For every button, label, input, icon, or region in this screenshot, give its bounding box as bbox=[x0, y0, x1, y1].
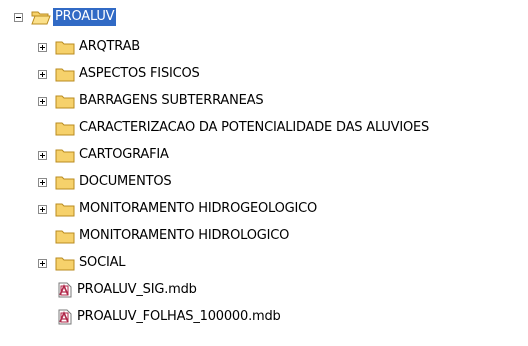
expand-toggle-icon[interactable] bbox=[38, 96, 47, 106]
tree-item-social[interactable]: SOCIAL bbox=[38, 252, 127, 274]
expand-toggle-icon[interactable] bbox=[38, 69, 47, 79]
tree-item-label[interactable]: DOCUMENTOS bbox=[77, 173, 173, 191]
collapse-toggle-icon[interactable] bbox=[14, 12, 23, 22]
folder-icon bbox=[55, 41, 75, 55]
open-folder-icon bbox=[31, 11, 51, 25]
access-database-file-icon bbox=[58, 282, 72, 298]
tree-item-monitoramento-hidrogeologico[interactable]: MONITORAMENTO HIDROGEOLOGICO bbox=[38, 198, 319, 220]
folder-icon bbox=[55, 68, 75, 82]
expand-toggle-icon[interactable] bbox=[38, 42, 47, 52]
tree-item-proaluv-sig-mdb[interactable]: PROALUV_SIG.mdb bbox=[38, 279, 199, 301]
expand-toggle-icon[interactable] bbox=[38, 258, 47, 268]
expand-toggle-icon[interactable] bbox=[38, 150, 47, 160]
access-database-file-icon bbox=[58, 309, 72, 325]
tree-root-proaluv[interactable]: PROALUV bbox=[14, 6, 117, 28]
tree-item-arqtrab[interactable]: ARQTRAB bbox=[38, 36, 142, 58]
tree-item-label[interactable]: ARQTRAB bbox=[77, 38, 142, 56]
tree-item-label[interactable]: MONITORAMENTO HIDROLOGICO bbox=[77, 227, 291, 245]
tree-root-label[interactable]: PROALUV bbox=[53, 8, 117, 26]
tree-item-label[interactable]: CARACTERIZACAO DA POTENCIALIDADE DAS ALU… bbox=[77, 119, 431, 137]
expand-toggle-icon[interactable] bbox=[38, 177, 47, 187]
folder-icon bbox=[55, 95, 75, 109]
tree-item-monitoramento-hidrologico[interactable]: MONITORAMENTO HIDROLOGICO bbox=[38, 225, 291, 247]
tree-item-barragens-subterraneas[interactable]: BARRAGENS SUBTERRANEAS bbox=[38, 90, 265, 112]
expand-toggle-icon[interactable] bbox=[38, 204, 47, 214]
folder-icon bbox=[55, 122, 75, 136]
tree-item-caracterizacao[interactable]: CARACTERIZACAO DA POTENCIALIDADE DAS ALU… bbox=[38, 117, 431, 139]
tree-item-label[interactable]: ASPECTOS FISICOS bbox=[77, 65, 202, 83]
folder-icon bbox=[55, 203, 75, 217]
folder-icon bbox=[55, 176, 75, 190]
tree-item-cartografia[interactable]: CARTOGRAFIA bbox=[38, 144, 171, 166]
tree-item-label[interactable]: CARTOGRAFIA bbox=[77, 146, 171, 164]
folder-icon bbox=[55, 230, 75, 244]
folder-icon bbox=[55, 149, 75, 163]
tree-item-label[interactable]: BARRAGENS SUBTERRANEAS bbox=[77, 92, 265, 110]
tree-item-label[interactable]: SOCIAL bbox=[77, 254, 127, 272]
tree-item-proaluv-folhas-mdb[interactable]: PROALUV_FOLHAS_100000.mdb bbox=[38, 306, 283, 328]
folder-tree: PROALUV ARQTRAB ASPECTOS FISICOS BARRAGE… bbox=[0, 0, 528, 346]
folder-icon bbox=[55, 257, 75, 271]
tree-item-label[interactable]: PROALUV_FOLHAS_100000.mdb bbox=[75, 308, 283, 326]
tree-item-label[interactable]: MONITORAMENTO HIDROGEOLOGICO bbox=[77, 200, 319, 218]
tree-item-label[interactable]: PROALUV_SIG.mdb bbox=[75, 281, 199, 299]
tree-item-aspectos-fisicos[interactable]: ASPECTOS FISICOS bbox=[38, 63, 202, 85]
tree-item-documentos[interactable]: DOCUMENTOS bbox=[38, 171, 173, 193]
